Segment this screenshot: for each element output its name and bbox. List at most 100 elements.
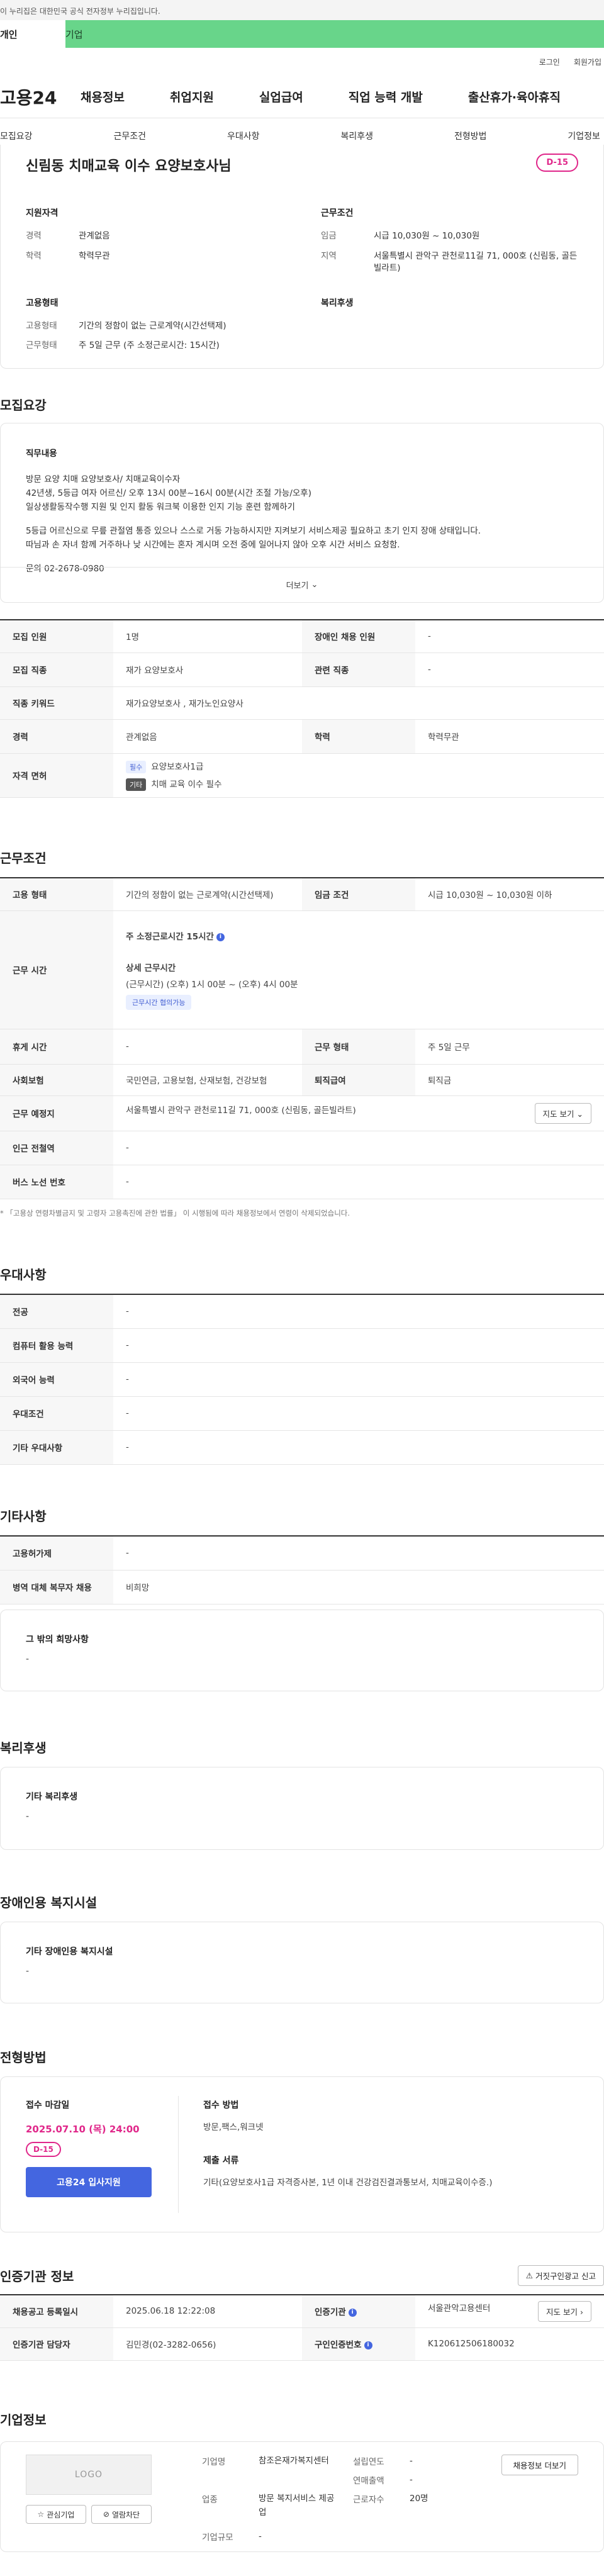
age-law-note: * 「고용상 연령차별금지 및 고령자 고용촉진에 관한 법률」 이 시행됨에 … (0, 1209, 350, 1218)
login-link[interactable]: 로그인 (539, 57, 560, 67)
duty-card: 직무내용 방문 요양 치매 요양보호사/ 치매교육이수자 42년생, 5등급 여… (0, 423, 604, 603)
block-icon: ⊘ (103, 2510, 109, 2519)
etc-section-title: 기타사항 (0, 1509, 47, 1524)
gnb-item-jobs[interactable]: 채용정보 (81, 88, 125, 105)
company-name-value: 참조은재가복지센터 (259, 2456, 329, 2466)
table-row: 사회보험 국민연금, 고용보험, 산재보험, 건강보험 퇴직급여 퇴직금 (0, 1064, 604, 1096)
manager-value: 김민경(02-3282-0656) (113, 2327, 302, 2361)
interest-button[interactable]: ☆ 관심기업 (26, 2505, 86, 2524)
edu-label: 학력 (302, 719, 415, 754)
workcond-table: 고용 형태 기간의 정함이 없는 근로계약(시간선택제) 임금 조건 시급 10… (0, 877, 604, 1199)
eps-value: - (113, 1536, 604, 1571)
table-row: 우대조건 - (0, 1396, 604, 1431)
gnb-item-leave[interactable]: 출산휴가·육아휴직 (468, 88, 561, 105)
table-row: 외국어 능력 - (0, 1362, 604, 1397)
anchor-recruit[interactable]: 모집요강 (0, 130, 33, 142)
anchor-pref[interactable]: 우대사항 (227, 130, 260, 142)
duty-line-blank (26, 552, 578, 562)
disabled-facility-section-title: 장애인용 복지시설 (0, 1895, 98, 1910)
signup-link[interactable]: 회원가입 (574, 57, 601, 67)
company-card: LOGO ☆ 관심기업 ⊘ 열람차단 기업명 참조은재가복지센터 설립연도 - 연매출액… (0, 2441, 604, 2552)
disabled-facility-card-title: 기타 장애인용 복지시설 (26, 1947, 113, 1957)
table-row: 모집 인원 1명 장애인 채용 인원 - (0, 620, 604, 653)
welfare-card: 기타 복리후생 - (0, 1767, 604, 1850)
weekly-hours: 주 소정근로시간 15시간 i (126, 929, 591, 942)
gnb-item-training[interactable]: 직업 능력 개발 (349, 88, 423, 105)
gov-banner-text: 이 누리집은 대한민국 공식 전자정부 누리집입니다. (0, 7, 160, 16)
anchor-process[interactable]: 전형방법 (454, 130, 487, 142)
table-row: 근무 시간 주 소정근로시간 15시간 i 상세 근무시간 (근무시간) (오후)… (0, 910, 604, 1029)
related-job-label: 관련 직종 (302, 652, 415, 687)
chevron-right-icon: › (580, 2307, 583, 2317)
career-label: 경력 (0, 719, 113, 754)
dday-badge: D-15 (536, 154, 578, 172)
emp-title: 고용형태 (26, 298, 59, 308)
etc-table: 고용허가제 - 병역 대체 복무자 채용 비희망 (0, 1535, 604, 1604)
method-title: 접수 방법 (203, 2100, 239, 2110)
company-name-label: 기업명 (202, 2457, 226, 2467)
emp-type-value: 기간의 정함이 없는 근로계약(시간선택제) (79, 320, 226, 331)
info-icon[interactable]: i (348, 2308, 357, 2317)
table-row: 경력 관계없음 학력 학력무관 (0, 719, 604, 754)
headcount-value: 1명 (113, 620, 302, 653)
pref-table: 전공 - 컴퓨터 활용 능력 - 외국어 능력 - 우대조건 - 기타 우대사항 - (0, 1294, 604, 1465)
table-row: 직종 키워드 재가요양보호사 , 재가노인요양사 (0, 686, 604, 720)
tab-company[interactable]: 기업 (65, 20, 604, 48)
severance-label: 퇴직급여 (302, 1064, 415, 1096)
workform-label: 근무 형태 (302, 1029, 415, 1065)
workcond-section-title: 근무조건 (0, 851, 47, 866)
duty-line: 42년생, 5등급 여자 어르신/ 오후 13시 00분~16시 00분(시간 … (26, 488, 311, 498)
apply-button[interactable]: 고용24 입사지원 (26, 2167, 152, 2197)
keyword-value: 재가요양보호사 , 재가노인요양사 (113, 686, 604, 720)
map-button[interactable]: 지도 보기 › (538, 2300, 591, 2322)
military-value: 비희망 (113, 1570, 604, 1604)
map-button[interactable]: 지도 보기 ⌄ (534, 1102, 591, 1124)
table-row: 모집 직종 재가 요양보호사 관련 직종 - (0, 652, 604, 687)
cert-no-value: K120612506180032 (415, 2327, 604, 2361)
company-est: 설립연도 - (353, 2455, 491, 2468)
anchor-workcond[interactable]: 근무조건 (113, 130, 146, 142)
more-jobs-button[interactable]: 채용정보 더보기 (501, 2455, 578, 2475)
cert-org-value: 서울관악고용센터 지도 보기 › (415, 2295, 604, 2328)
report-button[interactable]: ⚠ 거짓구인광고 신고 (517, 2265, 604, 2286)
table-row: 병역 대체 복무자 채용 비희망 (0, 1570, 604, 1604)
reg-date-label: 채용공고 등록일시 (0, 2295, 113, 2328)
info-icon[interactable]: i (216, 932, 225, 941)
emp-type-value: 기간의 정함이 없는 근로계약(시간선택제) (113, 878, 302, 911)
other-wish-title: 그 밖의 희망사항 (26, 1635, 89, 1645)
deadline-block: 접수 마감일 2025.07.10 (목) 24:00 D-15 고용24 입사… (26, 2098, 152, 2197)
info-icon[interactable]: i (364, 2341, 372, 2349)
job-label: 모집 직종 (0, 652, 113, 687)
cert-no-label: 구인인증번호 i (302, 2327, 415, 2361)
detail-hours-title: 상세 근무시간 (126, 963, 176, 973)
anchor-company[interactable]: 기업정보 (568, 130, 600, 142)
block-button[interactable]: ⊘ 열람차단 (91, 2505, 152, 2524)
more-button[interactable]: 더보기 ⌄ (1, 567, 603, 602)
anchor-welfare[interactable]: 복리후생 (340, 130, 373, 142)
workcond-title: 근무조건 (321, 208, 354, 218)
gnb-item-employment-support[interactable]: 취업지원 (170, 88, 214, 105)
place-label: 근무 예정지 (0, 1095, 113, 1131)
table-row: 고용허가제 - (0, 1536, 604, 1571)
table-row: 자격 면허 필수 요양보호사1급 기타 치매 교육 이수 필수 (0, 753, 604, 798)
insurance-label: 사회보험 (0, 1064, 113, 1096)
company-name: 기업명 참조은재가복지센터 (202, 2455, 340, 2468)
site-logo[interactable]: 고용24 (0, 84, 81, 109)
interest-button-label: 관심기업 (47, 2510, 75, 2519)
cert-section-title: 인증기관 정보 (0, 2269, 74, 2284)
table-row: 인근 전철역 - (0, 1131, 604, 1165)
deadline-date: 2025.07.10 (목) 24:00 (26, 2124, 140, 2135)
gnb-item-unemployment[interactable]: 실업급여 (259, 88, 303, 105)
report-button-label: 거짓구인광고 신고 (535, 2271, 596, 2281)
tab-personal[interactable]: 개인 (0, 20, 65, 48)
other-wish-value: - (26, 1654, 30, 1664)
company-employees-value: 20명 (410, 2494, 428, 2504)
recruit-table: 모집 인원 1명 장애인 채용 인원 - 모집 직종 재가 요양보호사 관련 직… (0, 619, 604, 798)
summary-grid: 지원자격 경력 관계없음 학력 학력무관 근무조건 임금 시급 10,030원 ~ 1… (26, 206, 578, 360)
table-row: 고용 형태 기간의 정함이 없는 근로계약(시간선택제) 임금 조건 시급 10… (0, 878, 604, 911)
work-region-value: 서울특별시 관악구 관천로11길 71, 000호 (신림동, 골든빌라트) (374, 250, 578, 274)
emp-form-value: 주 5일 근무 (주 소정근로시간: 15시간) (79, 340, 220, 351)
cert-table: 채용공고 등록일시 2025.06.18 12:22:08 인증기관 i 서울관악… (0, 2294, 604, 2361)
subway-label: 인근 전철역 (0, 1131, 113, 1165)
qualification-title: 지원자격 (26, 208, 59, 218)
